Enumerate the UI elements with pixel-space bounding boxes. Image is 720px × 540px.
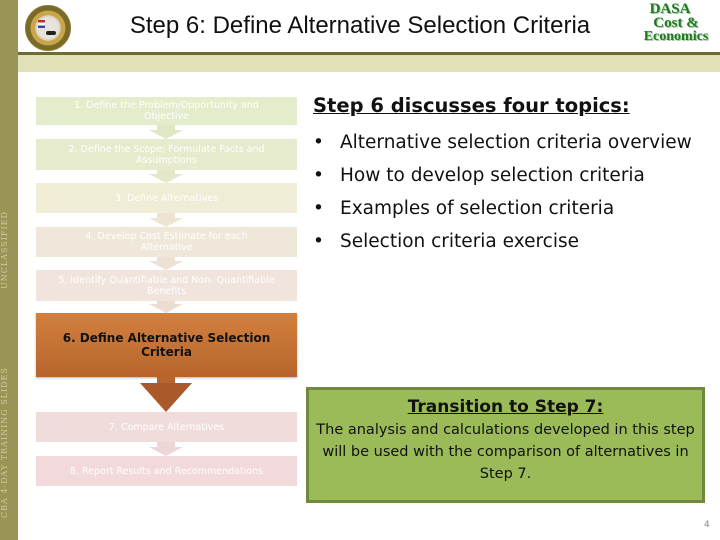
flow-arrow-icon (149, 304, 183, 313)
transition-callout: Transition to Step 7: The analysis and c… (306, 387, 705, 503)
flow-arrow-icon (149, 174, 183, 183)
transition-heading: Transition to Step 7: (407, 397, 604, 417)
page-title: Step 6: Define Alternative Selection Cri… (129, 12, 591, 39)
step-box-4: 4. Develop Cost Estimate for each Altern… (36, 227, 297, 257)
step-box-1: 1. Define the Problem/Opportunity and Ob… (36, 97, 297, 125)
bullet-icon: • (313, 165, 324, 186)
step-label: 4. Develop Cost Estimate for each Altern… (85, 231, 248, 253)
topics-heading: Step 6 discusses four topics: (313, 94, 630, 117)
flow-arrow-icon (149, 130, 183, 139)
dasa-logo-line2: Cost & (653, 15, 699, 31)
step-label: 2. Define the Scope; Formulate Facts and… (68, 143, 265, 166)
topic-item: • Examples of selection criteria (313, 194, 713, 223)
step-box-5: 5. Identify Quantifiable and Non- Quanti… (36, 270, 297, 301)
flow-arrow-icon (149, 218, 183, 227)
step-label: 7. Compare Alternatives (108, 421, 225, 433)
step-box-3: 3. Define Alternatives (36, 183, 297, 213)
page-number: 4 (704, 520, 710, 530)
step-box-6: 6. Define Alternative Selection Criteria (36, 313, 297, 377)
step-box-7: 7. Compare Alternatives (36, 412, 297, 442)
dasa-logo-line3: Economics (643, 29, 709, 44)
step-box-2: 2. Define the Scope; Formulate Facts and… (36, 139, 297, 170)
step-label: 5. Identify Quantifiable and Non- Quanti… (58, 274, 275, 297)
classification-label: UNCLASSIFIED (0, 211, 9, 289)
topic-item: • Selection criteria exercise (313, 227, 713, 256)
army-seal-icon (25, 5, 71, 51)
topics-list: • Alternative selection criteria overview… (313, 128, 713, 260)
flow-arrow-icon (149, 447, 183, 456)
header-band (18, 55, 720, 72)
bullet-icon: • (313, 231, 324, 252)
dasa-logo-line1: DASA (649, 1, 691, 17)
step-box-8: 8. Report Results and Recommendations (36, 456, 297, 486)
transition-body: The analysis and calculations developed … (316, 422, 695, 482)
dasa-logo: DASA Cost & Economics (636, 2, 716, 44)
bullet-icon: • (313, 132, 324, 153)
step-label: 3. Define Alternatives (114, 192, 219, 204)
step-label: 8. Report Results and Recommendations (69, 465, 264, 477)
sidebar-strip: UNCLASSIFIED CBA 4-DAY TRAINING SLIDES (0, 0, 18, 540)
topic-item: • How to develop selection criteria (313, 161, 713, 190)
topic-item: • Alternative selection criteria overview (313, 128, 713, 157)
flow-arrow-icon (149, 261, 183, 270)
step-label: 1. Define the Problem/Opportunity and Ob… (74, 100, 259, 122)
bullet-icon: • (313, 198, 324, 219)
flow-arrow-icon (140, 383, 192, 412)
step-label: 6. Define Alternative Selection Criteria (62, 331, 271, 359)
course-label: CBA 4-DAY TRAINING SLIDES (0, 367, 9, 518)
